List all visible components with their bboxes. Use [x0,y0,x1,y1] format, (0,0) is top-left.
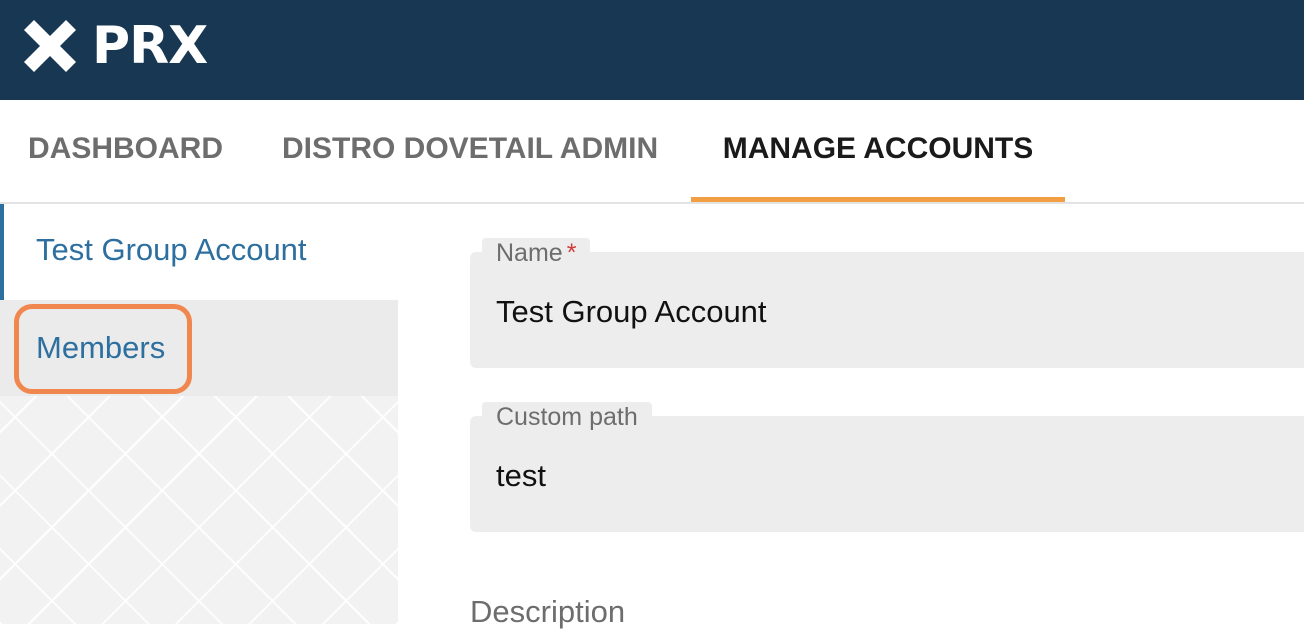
sidebar-item-test-group-account[interactable]: Test Group Account [0,204,398,300]
name-field-value[interactable]: Test Group Account [496,292,767,332]
logo-text: PRX [92,16,208,76]
custom-path-label-text: Custom path [496,403,638,431]
description-label: Description [470,594,626,629]
app-header: PRX [0,0,1304,100]
name-field-label: Name * [482,238,591,268]
sidebar-item-label: Members [36,330,166,365]
name-label-text: Name [496,239,563,267]
tab-distro-dovetail-admin[interactable]: DISTRO DOVETAIL ADMIN [282,100,658,198]
name-field[interactable]: Name * Test Group Account [470,238,1304,368]
required-marker: * [566,239,577,267]
custom-path-field[interactable]: Custom path test [470,402,1304,532]
sidebar: Test Group Account Members [0,204,398,624]
prx-x-mark-icon [24,20,76,72]
tab-dashboard[interactable]: DASHBOARD [28,100,223,198]
tab-manage-accounts[interactable]: MANAGE ACCOUNTS [691,100,1065,202]
prx-logo[interactable]: PRX [20,16,208,76]
main-nav: DASHBOARD DISTRO DOVETAIL ADMIN MANAGE A… [0,100,1304,204]
sidebar-item-members[interactable]: Members [0,300,398,396]
custom-path-field-value[interactable]: test [496,456,546,496]
custom-path-field-label: Custom path [482,402,652,432]
sidebar-item-label: Test Group Account [36,232,307,267]
